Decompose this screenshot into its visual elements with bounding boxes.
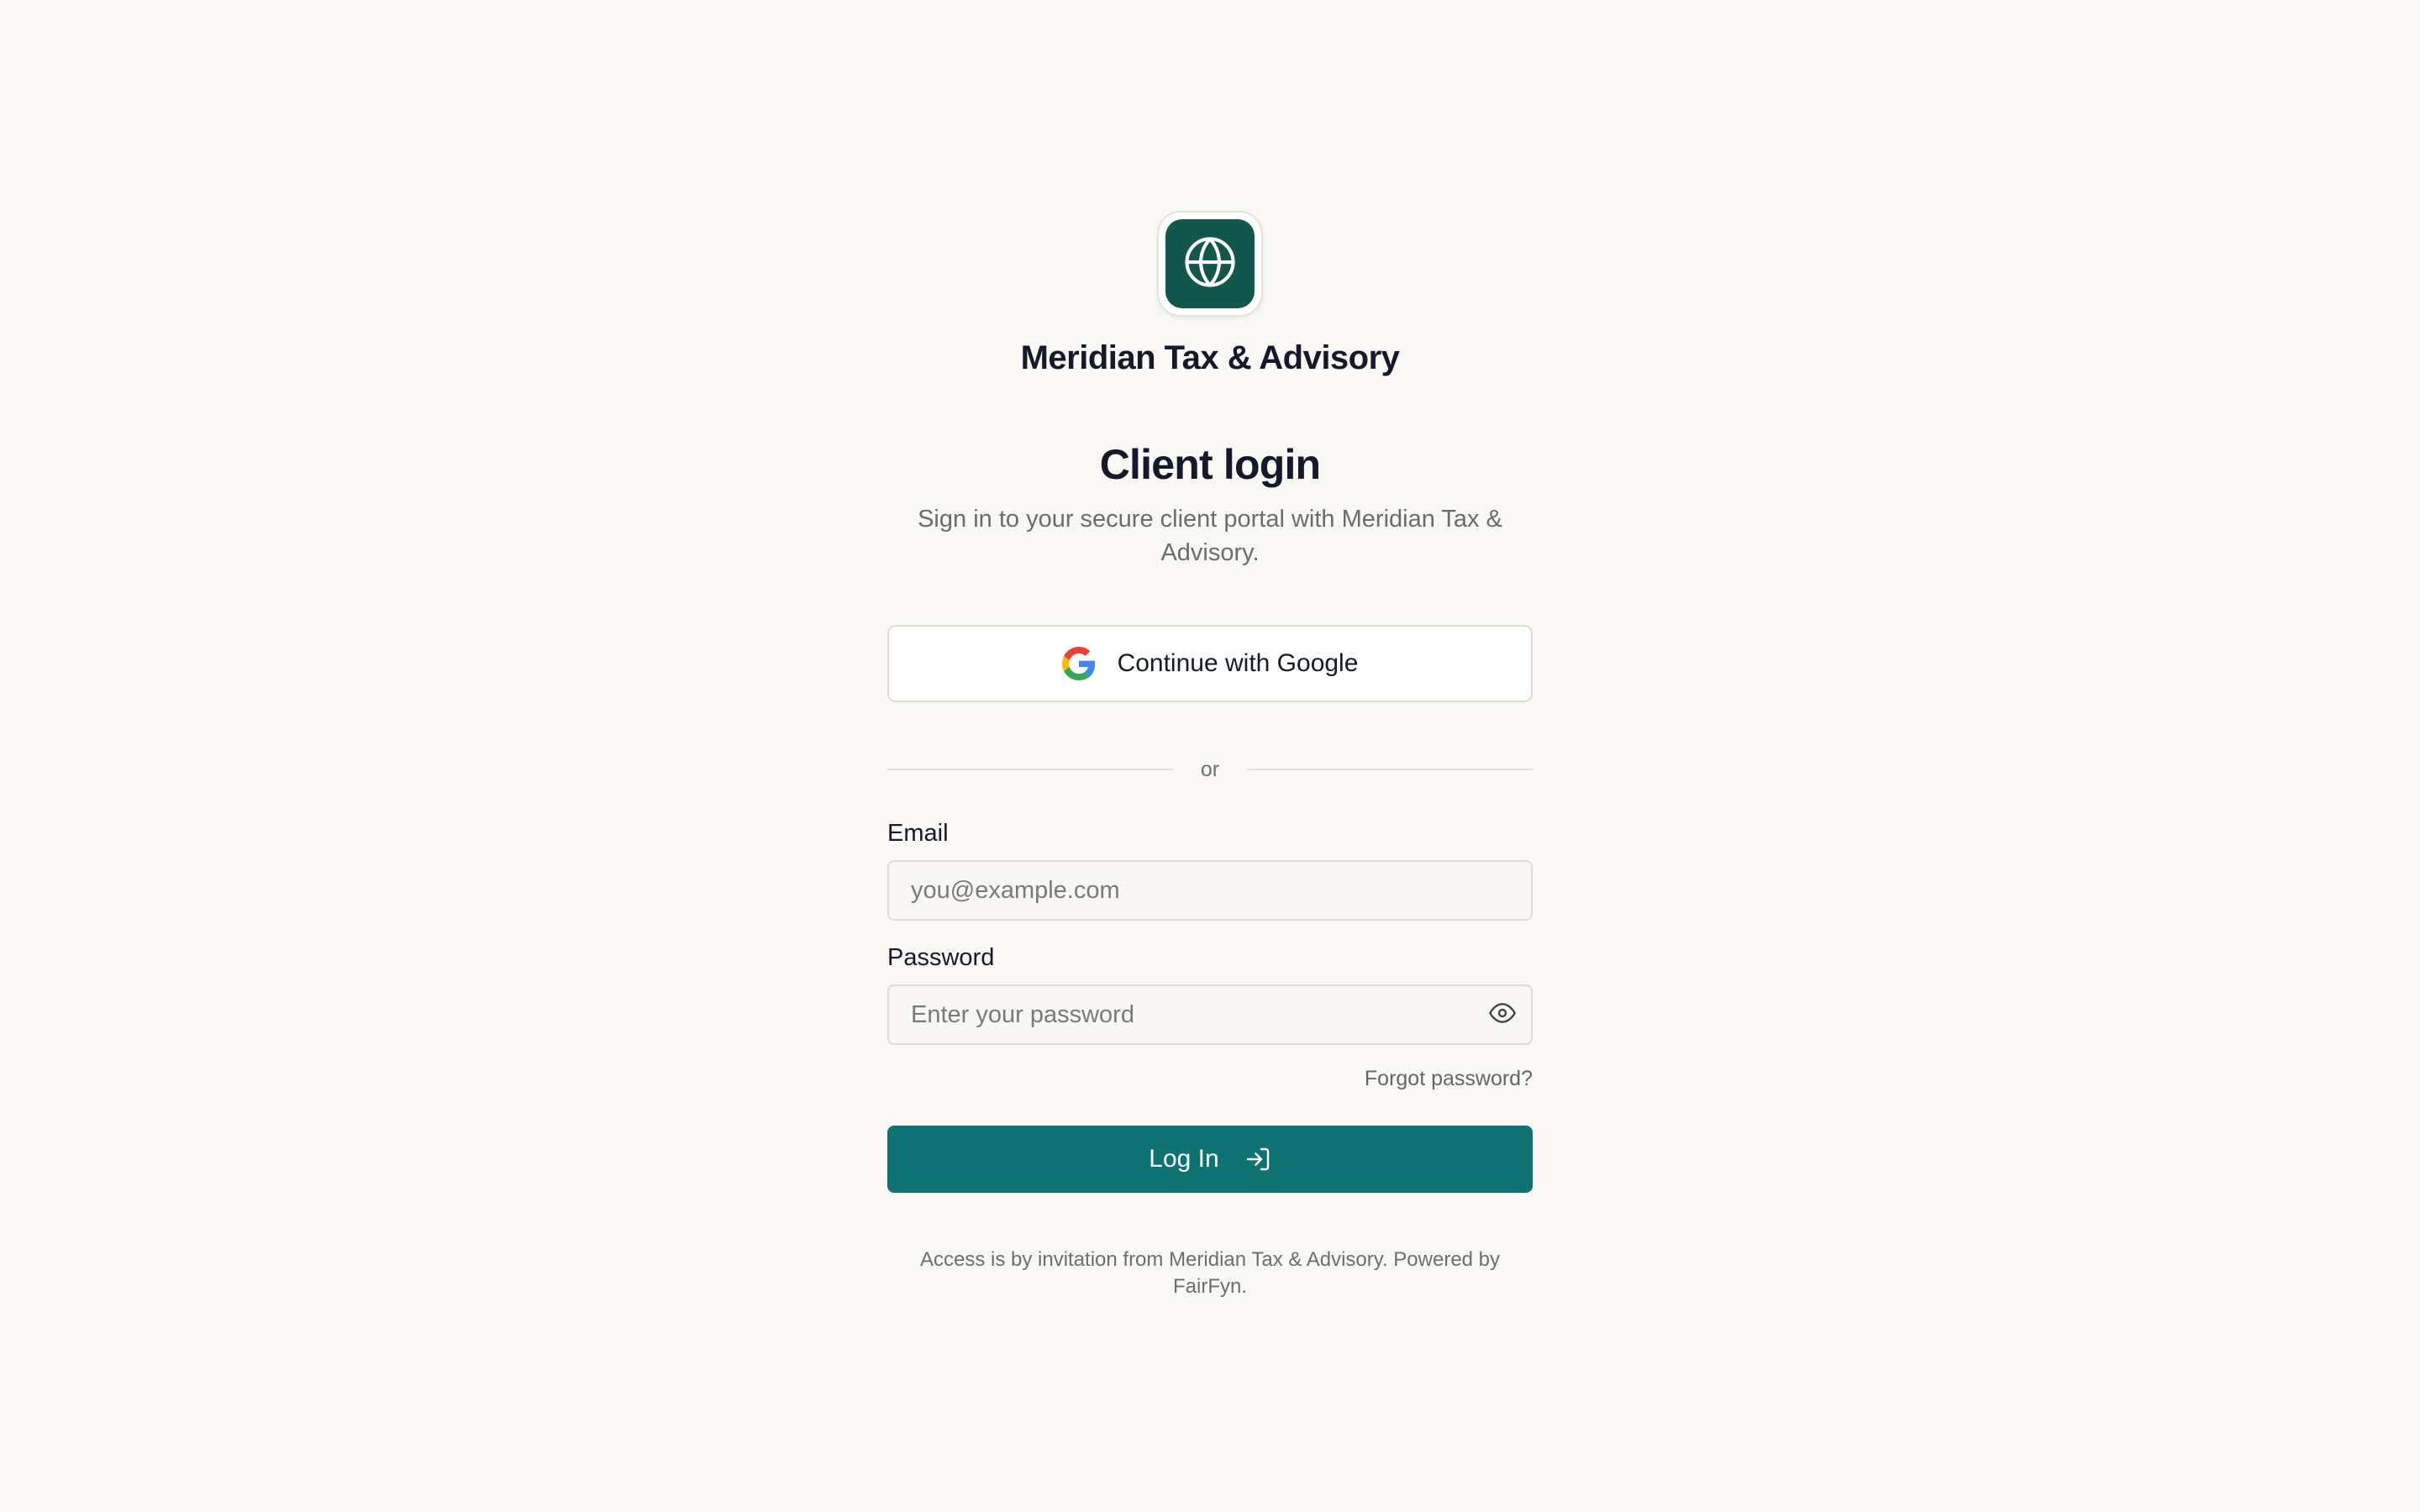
forgot-password-link[interactable]: Forgot password?	[1365, 1067, 1533, 1091]
eye-icon	[1489, 1000, 1516, 1026]
password-label: Password	[887, 944, 995, 971]
firm-logo	[1157, 211, 1263, 317]
log-in-button-label: Log In	[1149, 1145, 1219, 1173]
footer-note: Access is by invitation from Meridian Ta…	[919, 1248, 1501, 1298]
show-password-toggle[interactable]	[1486, 996, 1519, 1030]
firm-name: Meridian Tax & Advisory	[1020, 339, 1400, 376]
google-button-label: Continue with Google	[1117, 649, 1359, 677]
globe-icon	[1182, 234, 1238, 294]
login-page: Meridian Tax & Advisory Client login Sig…	[0, 0, 2420, 1512]
logo-badge	[1165, 219, 1255, 308]
divider-line-right	[1247, 769, 1533, 770]
log-in-button[interactable]: Log In	[887, 1126, 1533, 1193]
page-subtitle: Sign in to your secure client portal wit…	[918, 506, 1502, 566]
or-divider: or	[887, 754, 1533, 785]
log-in-arrow-icon	[1244, 1146, 1271, 1173]
google-icon	[1061, 647, 1096, 680]
page-title: Client login	[1099, 441, 1321, 488]
continue-with-google-button[interactable]: Continue with Google	[887, 625, 1533, 702]
email-label: Email	[887, 820, 949, 847]
divider-line-left	[887, 769, 1173, 770]
email-field[interactable]	[887, 860, 1533, 921]
password-field[interactable]	[887, 984, 1533, 1045]
divider-text: or	[1200, 758, 1220, 781]
